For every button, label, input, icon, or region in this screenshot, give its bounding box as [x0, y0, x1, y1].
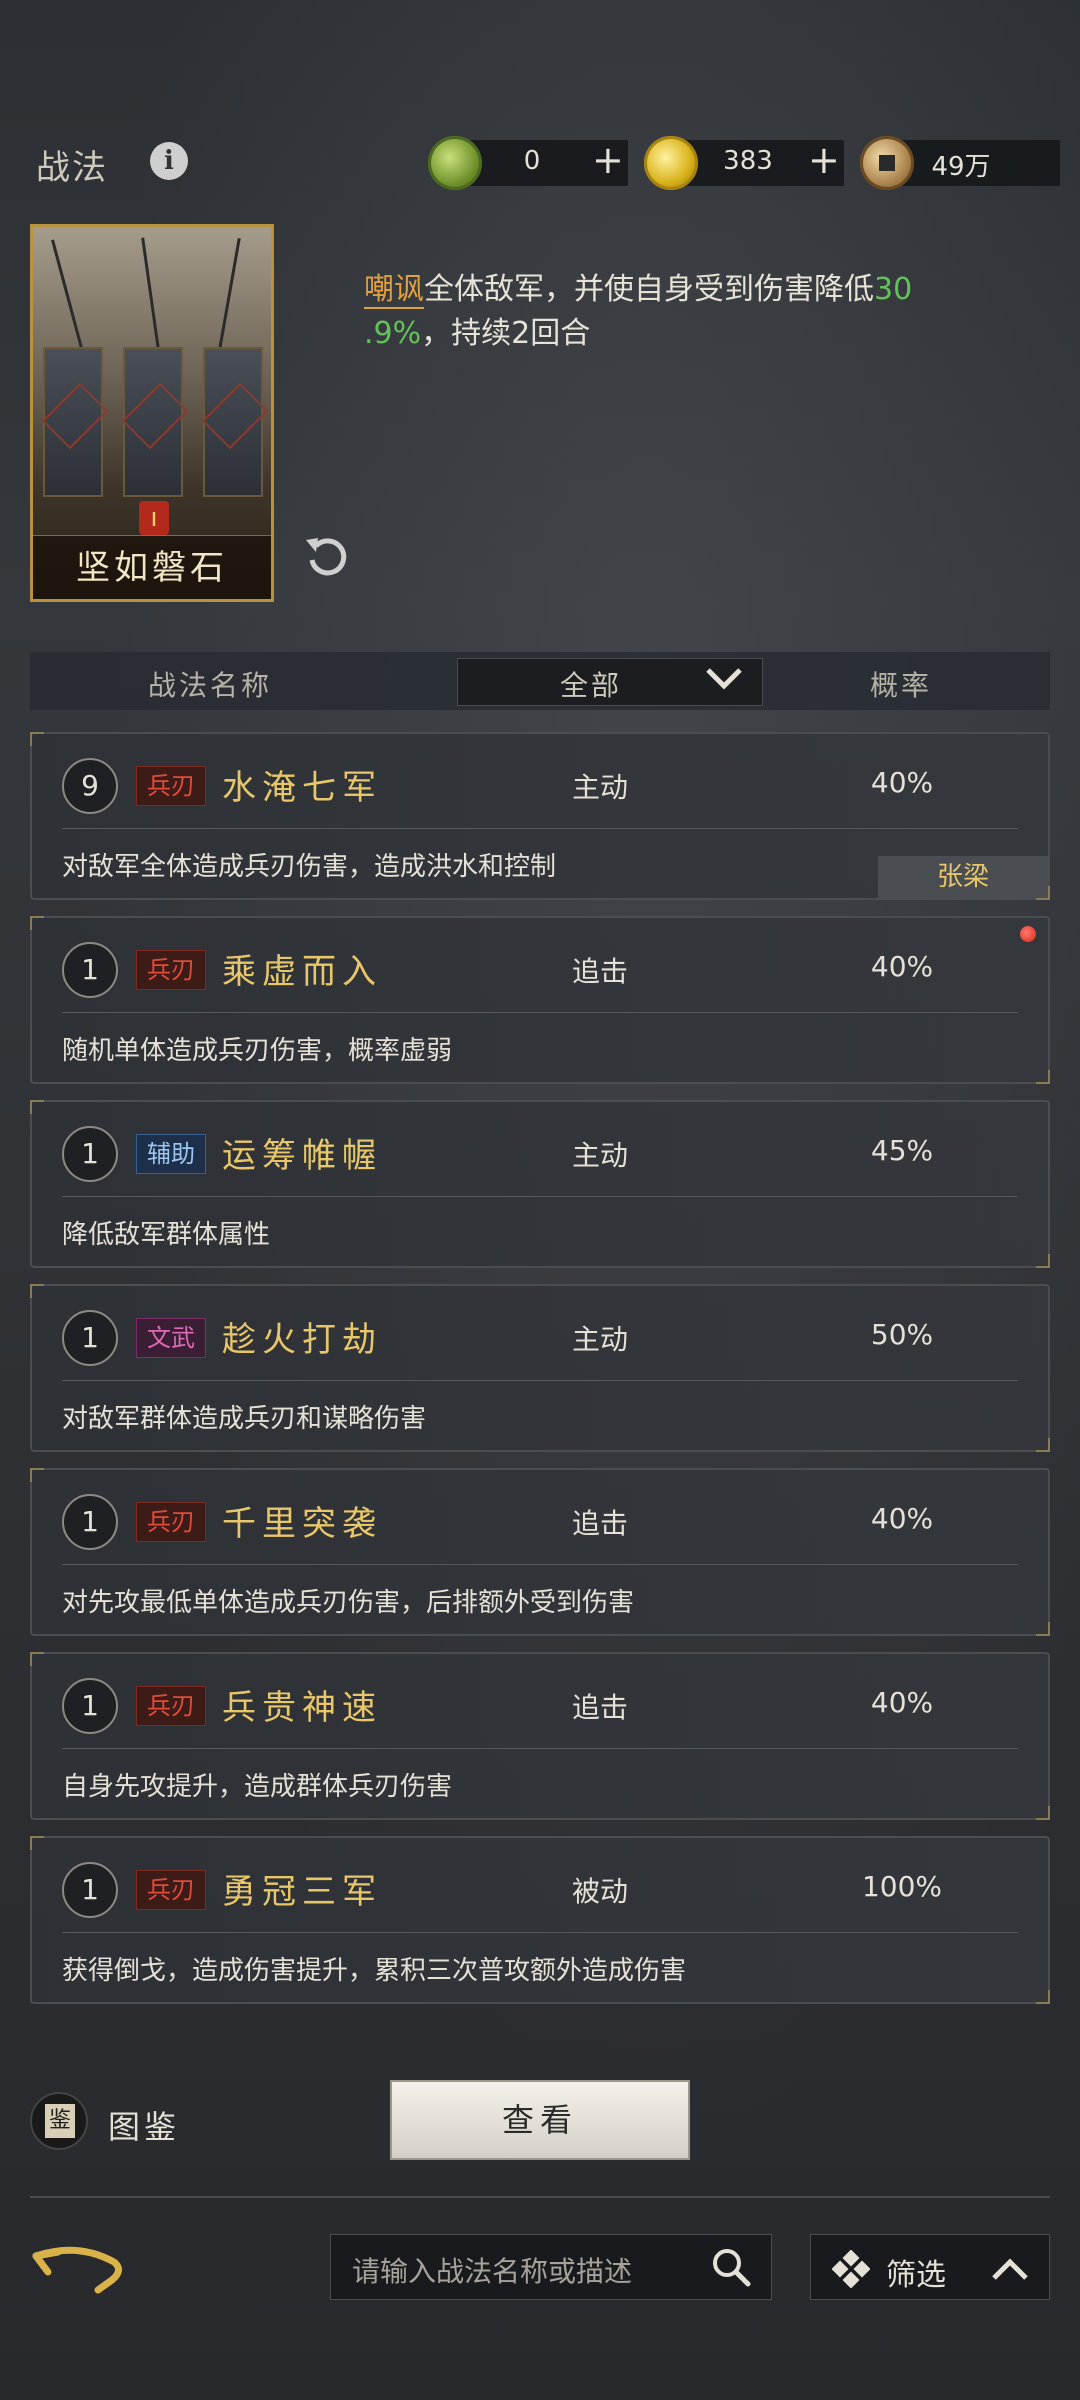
desc-number-a: 30: [874, 272, 913, 307]
skill-row-desc: 随机单体造成兵刃伤害，概率虚弱: [62, 1036, 453, 1066]
page-title: 战法: [36, 148, 108, 188]
chevron-up-icon: [992, 2258, 1028, 2280]
skill-type: 主动: [572, 771, 629, 804]
skill-row[interactable]: 1 兵刃 兵贵神速 追击 40% 自身先攻提升，造成群体兵刃伤害: [30, 1652, 1050, 1820]
skill-row-desc: 自身先攻提升，造成群体兵刃伤害: [62, 1772, 453, 1802]
filter-label: 筛选: [886, 2258, 946, 2293]
row-divider: [62, 1196, 1018, 1197]
skill-row[interactable]: 9 兵刃 水淹七军 主动 40% 对敌军全体造成兵刃伤害，造成洪水和控制 张梁: [30, 732, 1050, 900]
gold-coin-icon: [644, 136, 698, 190]
skill-row-desc: 获得倒戈，造成伤害提升，累积三次普攻额外造成伤害: [62, 1956, 687, 1986]
skill-type: 主动: [572, 1139, 629, 1172]
skill-type: 追击: [572, 1691, 629, 1724]
column-prob-header: 概率: [870, 669, 933, 702]
skill-level: 1: [62, 1494, 118, 1550]
jade-coin-icon: [428, 136, 482, 190]
desc-number-b: .9%: [364, 316, 422, 351]
rotate-icon[interactable]: [302, 530, 352, 580]
view-button[interactable]: 查看: [390, 2080, 690, 2160]
skill-probability: 40%: [870, 766, 934, 799]
skill-row-desc: 对先攻最低单体造成兵刃伤害，后排额外受到伤害: [62, 1588, 635, 1618]
chevron-down-icon: [706, 668, 742, 690]
skill-name: 勇冠三军: [222, 1872, 382, 1912]
skill-probability: 40%: [870, 1686, 934, 1719]
codex-label[interactable]: 图鉴: [108, 2102, 180, 2148]
skill-row[interactable]: 1 文武 趁火打劫 主动 50% 对敌军群体造成兵刃和谋略伤害: [30, 1284, 1050, 1452]
diamond-filter-icon: [832, 2250, 870, 2288]
skill-type: 被动: [572, 1875, 629, 1908]
gold-add-button[interactable]: +: [808, 138, 840, 182]
copper-coin-icon: [860, 136, 914, 190]
skill-type: 追击: [572, 955, 629, 988]
footer-divider: [30, 2196, 1050, 2198]
skill-owner-badge: 张梁: [878, 856, 1048, 898]
skill-tag: 兵刃: [136, 1686, 206, 1726]
skill-level: 9: [62, 758, 118, 814]
back-arrow-icon[interactable]: [28, 2238, 128, 2298]
gold-currency-value: 383: [723, 146, 773, 176]
skill-tag: 兵刃: [136, 950, 206, 990]
skill-row[interactable]: 1 兵刃 千里突袭 追击 40% 对先攻最低单体造成兵刃伤害，后排额外受到伤害: [30, 1468, 1050, 1636]
skill-tag: 兵刃: [136, 1870, 206, 1910]
jade-currency-value: 0: [523, 146, 541, 176]
row-divider: [62, 1012, 1018, 1013]
skill-probability: 50%: [870, 1318, 934, 1351]
card-grade-badge: ı: [139, 501, 169, 535]
skill-name: 乘虚而入: [222, 952, 382, 992]
skill-probability: 45%: [870, 1134, 934, 1167]
skill-probability: 100%: [861, 1870, 943, 1903]
skill-row-desc: 对敌军全体造成兵刃伤害，造成洪水和控制: [62, 852, 557, 882]
skill-level: 1: [62, 1126, 118, 1182]
copper-currency-value: 49万: [931, 152, 991, 182]
search-icon[interactable]: [710, 2246, 752, 2288]
skill-name: 兵贵神速: [222, 1688, 382, 1728]
skill-probability: 40%: [870, 950, 934, 983]
row-divider: [62, 1380, 1018, 1381]
jade-add-button[interactable]: +: [592, 138, 624, 182]
row-divider: [62, 1564, 1018, 1565]
card-name: 坚如磐石: [33, 535, 271, 599]
row-divider: [62, 1932, 1018, 1933]
skill-row-desc: 对敌军群体造成兵刃和谋略伤害: [62, 1404, 427, 1434]
skill-probability: 40%: [870, 1502, 934, 1535]
skill-type: 主动: [572, 1323, 629, 1356]
skill-description: 嘲讽全体敌军，并使自身受到伤害降低30 .9%，持续2回合: [364, 268, 964, 356]
search-placeholder: 请输入战法名称或描述: [352, 2255, 633, 2288]
skill-card[interactable]: ı 坚如磐石: [30, 224, 274, 602]
info-icon[interactable]: i: [150, 142, 188, 180]
skill-row[interactable]: 1 兵刃 勇冠三军 被动 100% 获得倒戈，造成伤害提升，累积三次普攻额外造成…: [30, 1836, 1050, 2004]
skill-tag: 兵刃: [136, 1502, 206, 1542]
row-divider: [62, 828, 1018, 829]
skill-name: 水淹七军: [222, 768, 382, 808]
codex-icon[interactable]: [30, 2092, 88, 2150]
skill-row[interactable]: 1 辅助 运筹帷幄 主动 45% 降低敌军群体属性: [30, 1100, 1050, 1268]
skill-tag: 兵刃: [136, 766, 206, 806]
row-divider: [62, 1748, 1018, 1749]
skill-level: 1: [62, 1862, 118, 1918]
new-badge-dot: [1020, 926, 1036, 942]
skill-level: 1: [62, 942, 118, 998]
skill-tag: 文武: [136, 1318, 206, 1358]
skill-tag: 辅助: [136, 1134, 206, 1174]
skill-name: 千里突袭: [222, 1504, 382, 1544]
skill-type: 追击: [572, 1507, 629, 1540]
type-filter-value: 全部: [560, 669, 623, 702]
desc-keyword[interactable]: 嘲讽: [364, 272, 424, 309]
desc-text: 全体敌军，并使自身受到伤害降低: [424, 272, 874, 307]
column-name-header: 战法名称: [148, 669, 273, 702]
skill-name: 运筹帷幄: [222, 1136, 382, 1176]
skill-level: 1: [62, 1678, 118, 1734]
skill-name: 趁火打劫: [222, 1320, 382, 1360]
skill-row[interactable]: 1 兵刃 乘虚而入 追击 40% 随机单体造成兵刃伤害，概率虚弱: [30, 916, 1050, 1084]
skill-level: 1: [62, 1310, 118, 1366]
desc-text-2: ，持续2回合: [421, 316, 591, 351]
skill-row-desc: 降低敌军群体属性: [62, 1220, 271, 1250]
